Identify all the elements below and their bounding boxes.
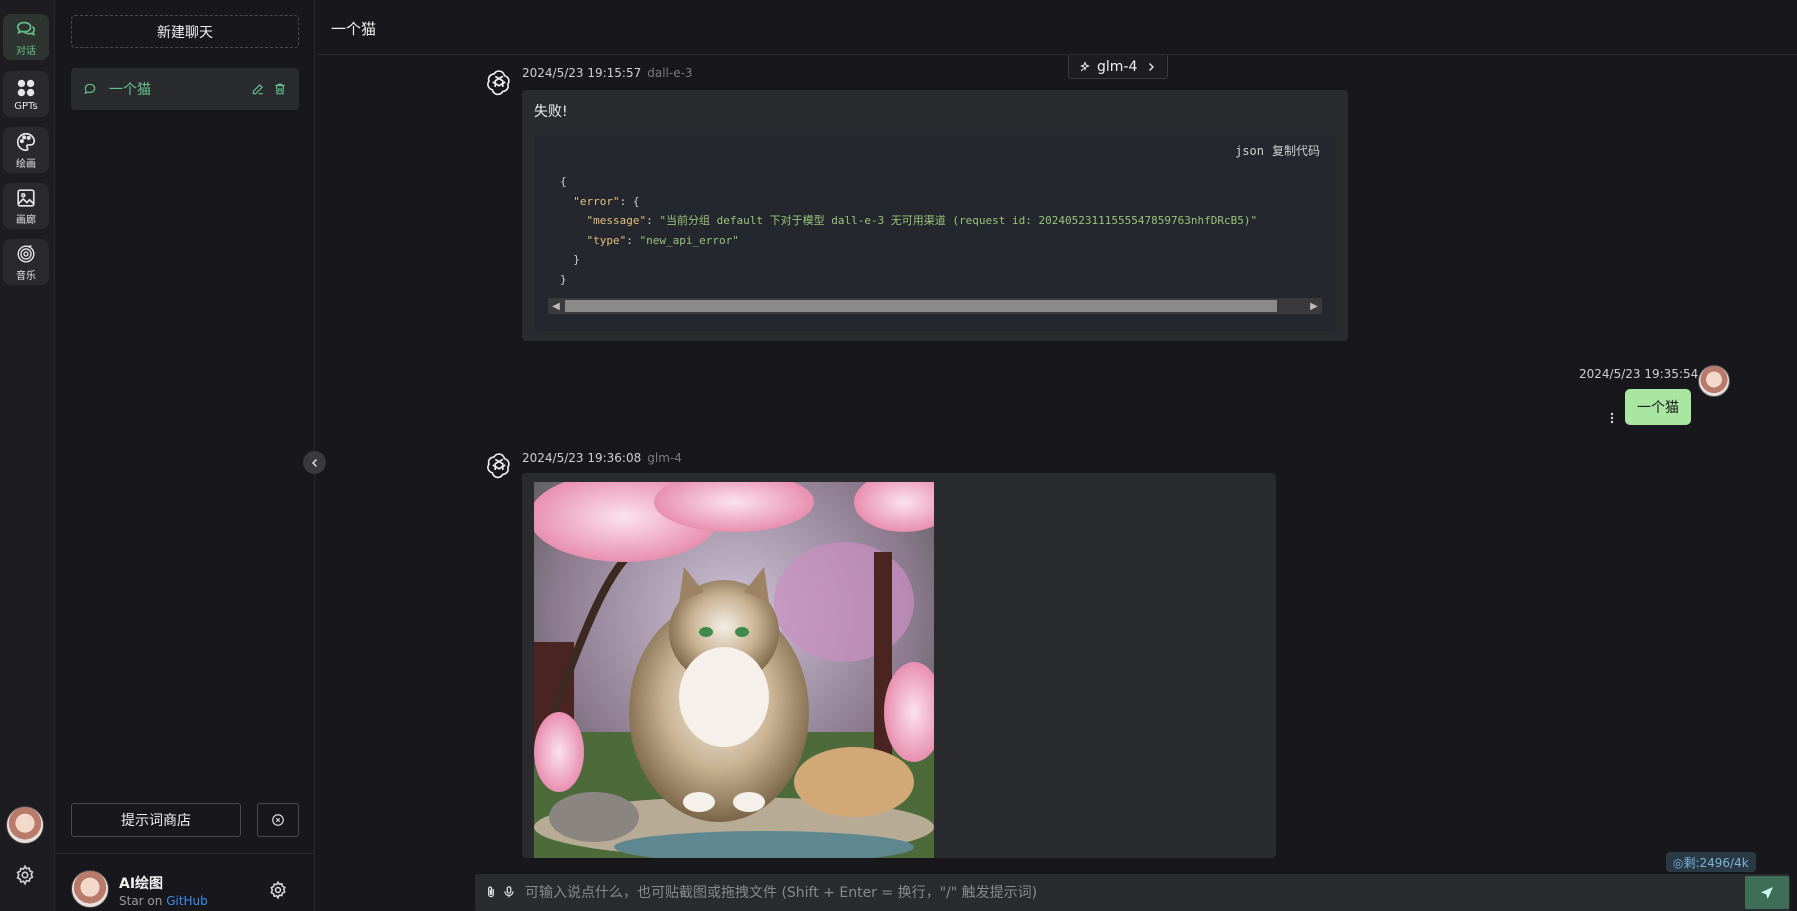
code-punct: : [626, 233, 640, 247]
code-line: } [560, 272, 567, 286]
collapse-sidebar-button[interactable] [303, 451, 326, 474]
rail-item-chat[interactable]: 对话 [3, 14, 49, 60]
code-string: "当前分组 default 下对于模型 dall-e-3 无可用渠道 (requ… [659, 214, 1258, 228]
chat-input-bar [475, 874, 1790, 911]
page-title: 一个猫 [331, 20, 377, 38]
prompt-store-button[interactable]: 提示词商店 [71, 803, 241, 837]
microphone-icon[interactable] [502, 885, 516, 899]
scroll-thumb[interactable] [565, 300, 1277, 312]
send-button[interactable] [1745, 876, 1789, 909]
chat-icon [16, 21, 36, 36]
message-meta: 2024/5/23 19:15:57 dall-e-3 [522, 66, 693, 80]
star-on-text: Star on [119, 894, 167, 908]
nav-rail: 对话 GPTs 绘画 画廊 音乐 [0, 0, 55, 911]
chat-bubble-icon [84, 83, 96, 95]
message-model: dall-e-3 [647, 66, 693, 80]
rail-item-draw[interactable]: 绘画 [3, 127, 49, 173]
horizontal-scrollbar[interactable]: ◀ ▶ [548, 298, 1322, 314]
profile-avatar[interactable] [71, 870, 109, 908]
rail-item-music[interactable]: 音乐 [3, 239, 49, 285]
message-time: 2024/5/23 19:36:08 [522, 451, 642, 465]
openai-logo-icon [487, 453, 510, 479]
sparkle-icon [1080, 60, 1090, 71]
github-star-text: Star on GitHub [119, 894, 208, 908]
user-message[interactable]: 一个猫 [1625, 389, 1691, 425]
rail-label: 音乐 [16, 270, 36, 282]
code-content[interactable]: { "error": { "message": "当前分组 default 下对… [560, 172, 1257, 290]
chat-message-input[interactable] [525, 874, 1705, 911]
music-icon [17, 244, 35, 262]
copy-code-button[interactable]: 复制代码 [1272, 144, 1320, 158]
github-link[interactable]: GitHub [166, 894, 208, 908]
user-avatar[interactable] [6, 806, 44, 844]
chat-header: 一个猫 [315, 0, 1797, 55]
assistant-message: 失败! json 复制代码 { "error": { "message": "当前… [522, 90, 1348, 341]
code-string: "new_api_error" [639, 233, 739, 247]
send-icon [1761, 886, 1773, 899]
code-key: "type" [586, 233, 627, 247]
token-usage-badge: ◎剩:2496/4k [1666, 852, 1756, 872]
close-circle-icon [272, 814, 284, 826]
delete-icon[interactable] [273, 82, 287, 96]
code-line: { [560, 175, 567, 188]
rail-item-gallery[interactable]: 画廊 [3, 183, 49, 229]
code-header: json 复制代码 [1235, 142, 1320, 159]
new-chat-button[interactable]: 新建聊天 [71, 15, 299, 48]
openai-logo-icon [487, 70, 510, 96]
code-block: json 复制代码 { "error": { "message": "当前分组 d… [534, 135, 1336, 331]
rail-label: GPTs [14, 100, 38, 112]
apps-icon [17, 79, 35, 96]
chat-list-item[interactable]: 一个猫 [71, 68, 299, 110]
rail-label: 绘画 [16, 158, 36, 170]
assistant-image-message [522, 473, 1276, 858]
model-name: glm-4 [1097, 58, 1138, 75]
code-line: } [573, 253, 580, 267]
code-lang: json [1235, 144, 1264, 158]
more-options-icon[interactable] [1607, 411, 1617, 425]
message-model: glm-4 [647, 451, 682, 465]
model-selector[interactable]: glm-4 [1068, 55, 1169, 79]
generated-cat-image[interactable] [534, 482, 934, 858]
message-text: 失败! [534, 104, 568, 120]
message-time: 2024/5/23 19:15:57 [522, 66, 642, 80]
gear-icon[interactable] [14, 864, 36, 886]
sidebar-footer: AI绘图 Star on GitHub [55, 853, 315, 911]
user-message-avatar [1698, 365, 1730, 397]
chevron-right-icon [1149, 62, 1155, 71]
chat-main: 一个猫 glm-4 2024/5/23 19:15:57 dall-e-3 失败!… [315, 0, 1797, 911]
code-punct: : [646, 214, 660, 228]
gallery-icon [17, 188, 35, 207]
sidebar: 新建聊天 一个猫 提示词商店 AI绘图 Star on GitHub [55, 0, 315, 911]
code-key: "message" [586, 214, 647, 228]
scroll-right-arrow[interactable]: ▶ [1306, 298, 1322, 314]
clear-chats-button[interactable] [257, 803, 299, 837]
palette-icon [17, 132, 36, 151]
profile-name: AI绘图 [119, 876, 164, 892]
app-window: 对话 GPTs 绘画 画廊 音乐 新建聊天 一个猫 提示词商店 AI绘图 Sta… [0, 0, 1797, 911]
rail-label: 对话 [16, 45, 36, 57]
chat-title: 一个猫 [109, 82, 151, 98]
edit-icon[interactable] [251, 82, 265, 96]
scroll-left-arrow[interactable]: ◀ [548, 298, 564, 314]
user-message-time: 2024/5/23 19:35:54 [1579, 367, 1699, 381]
code-punct: : { [619, 194, 640, 208]
code-key: "error" [573, 194, 620, 208]
attachment-icon[interactable] [484, 885, 498, 899]
chevron-left-icon [311, 458, 317, 467]
settings-gear-icon[interactable] [268, 880, 288, 900]
message-meta: 2024/5/23 19:36:08 glm-4 [522, 451, 682, 465]
rail-label: 画廊 [16, 214, 36, 226]
rail-item-gpts[interactable]: GPTs [3, 71, 49, 117]
